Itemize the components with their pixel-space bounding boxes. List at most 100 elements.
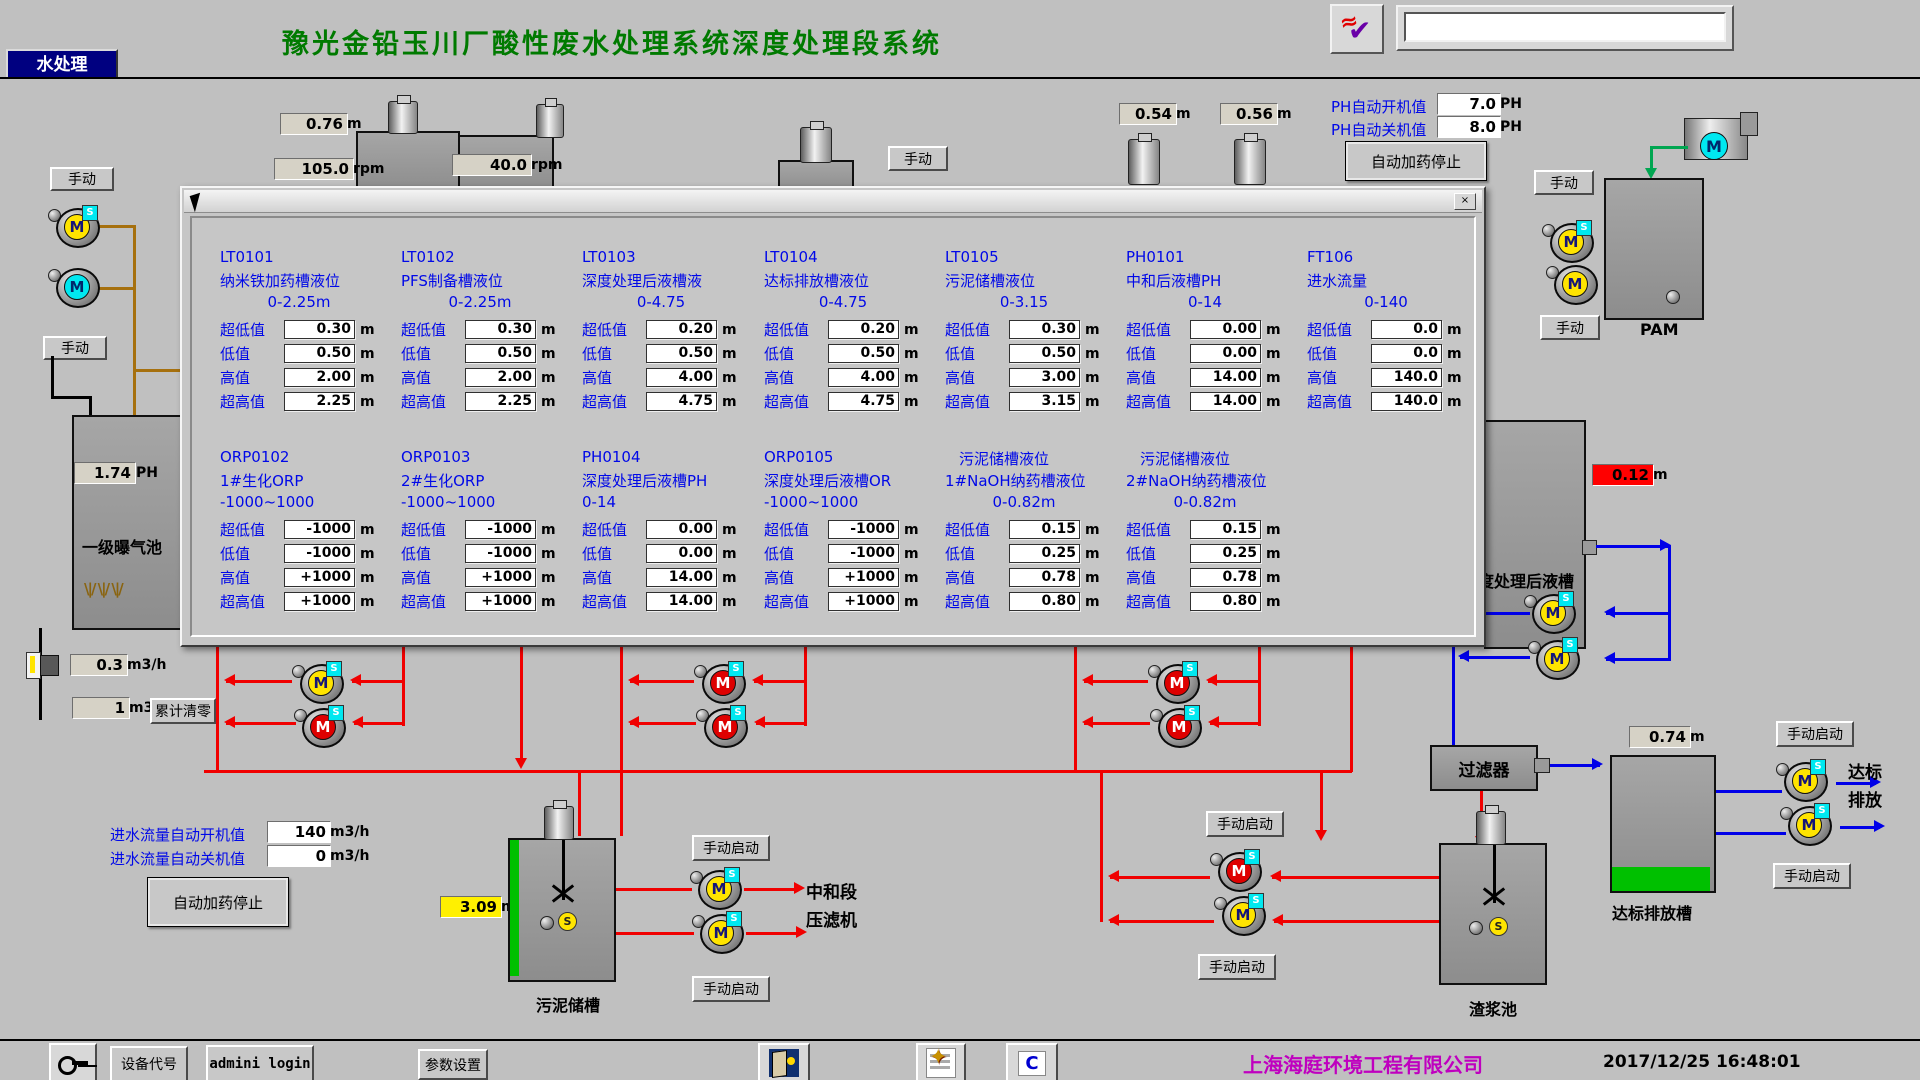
print-button[interactable]: ✦ [916,1043,966,1080]
naoh-mixer-motor-1 [1128,139,1160,185]
naoh1-level-unit: m [1176,106,1191,122]
press-label-1: 中和段 [806,878,857,903]
pam-pump-1[interactable]: M S [1546,221,1592,263]
discharge-level-value: 0.74 [1629,726,1691,748]
sludge-pump-1[interactable]: MS [694,868,740,910]
slurry-mixer-status: S [1489,917,1508,936]
mixer1-speed-unit: rpm [353,161,385,177]
dosing-pump-2[interactable]: M [52,266,98,308]
filter-unit: 过滤器 [1430,745,1538,791]
auto-dosing-stop-button-top[interactable]: 自动加药停止 [1345,141,1487,181]
discharge-pump-1[interactable]: MS [1780,760,1826,802]
cursor-arrow-icon [190,193,206,213]
pam-label: PAM [1640,320,1679,339]
param-settings-button[interactable]: 参数设置 [418,1049,488,1080]
ph-auto-on-unit: PH [1500,96,1522,112]
transfer-pump-1b[interactable]: MS [298,706,344,748]
discharge-level-bar [1612,867,1710,891]
check-marks-icon: ≈ ✔ [1332,6,1382,52]
tank1-level-unit: m [347,116,362,132]
flow-total-value: 1 [72,697,130,719]
manual-button-top[interactable]: 手动 [888,146,948,171]
ph-auto-off-unit: PH [1500,119,1522,135]
tank1-level-value: 0.76 [280,113,348,135]
deep-tank-pump-2[interactable]: MS [1532,638,1578,680]
printer-icon: ✦ [926,1048,956,1078]
flow-rate-value: 0.3 [70,654,128,676]
dosing-pump-1[interactable]: M S [52,206,98,248]
taskbar-divider [0,1039,1920,1041]
transfer-pump-3b[interactable]: MS [1154,706,1200,748]
tank-sludge-label: 污泥储槽 [536,992,600,1016]
aeration-marks: \|/ \|/ \|/ [84,580,122,598]
filter-label: 过滤器 [1459,756,1510,781]
ph-auto-on-value[interactable]: 7.0 [1437,93,1501,115]
discharge-pump-2[interactable]: MS [1784,804,1830,846]
ack-check-button[interactable]: ≈ ✔ [1330,4,1384,54]
exit-button[interactable] [758,1043,810,1080]
deep-tank-level-value: 0.12 [1592,464,1654,486]
transfer-pump-3a[interactable]: MS [1152,662,1198,704]
mixer1-speed-value: 105.0 [274,158,354,180]
manual-start-sludge-top[interactable]: 手动启动 [692,835,770,861]
transfer-pump-1a[interactable]: MS [296,662,342,704]
manual-button-left1[interactable]: 手动 [50,167,114,191]
manual-button-right2[interactable]: 手动 [1540,315,1600,340]
manual-start-slurry-bottom[interactable]: 手动启动 [1198,954,1276,980]
reset-total-button[interactable]: 累计清零 [150,698,216,724]
tank-slurry-label: 渣浆池 [1469,996,1517,1020]
flow-rate-unit: m3/h [127,657,166,673]
company-name: 上海海庭环境工程有限公司 [1243,1049,1483,1078]
naoh1-level-value: 0.54 [1119,103,1177,125]
slurry-pump-2[interactable]: MS [1218,894,1264,936]
manual-start-slurry-top[interactable]: 手动启动 [1206,811,1284,837]
slurry-pump-1[interactable]: MS [1214,850,1260,892]
admin-login-button[interactable]: admini login [206,1045,314,1080]
pam-feeder-motor[interactable]: M [1700,132,1728,160]
transfer-pump-2b[interactable]: MS [700,706,746,748]
sludge-mixer-status: S [558,912,577,931]
inflow-on-value[interactable]: 140 [267,821,331,843]
sludge-pump-2[interactable]: MS [696,912,742,954]
ph-auto-off-value[interactable]: 8.0 [1437,116,1501,138]
inflow-off-label: 进水流量自动关机值 [110,848,245,869]
ph-auto-off-label: PH自动关机值 [1331,119,1426,140]
alarm-banner [1404,12,1726,42]
auto-dosing-stop-button-bottom[interactable]: 自动加药停止 [147,877,289,927]
dialog-close-button[interactable]: × [1454,193,1476,210]
parameter-dialog: × LT0101 纳米铁加药槽液位 0-2.25m 超低值0.30m 低值0.5… [180,186,1486,647]
manual-start-discharge-top[interactable]: 手动启动 [1776,721,1854,747]
param-group-lt0103: LT0103 深度处理后液槽液 0-4.75 超低值0.20m 低值0.50m … [582,248,762,416]
dialog-titlebar[interactable]: × [184,190,1482,213]
pam-pump-2[interactable]: M [1550,263,1596,305]
param-group-orp0103: ORP0103 2#生化ORP -1000~1000 超低值-1000m 低值-… [401,448,581,616]
device-code-button[interactable]: 设备代号 [110,1046,188,1080]
copyright-button[interactable]: C [1006,1043,1058,1080]
deep-tank-pump-1[interactable]: MS [1528,592,1574,634]
key-button[interactable] [49,1043,97,1080]
inflow-off-unit: m3/h [330,848,369,864]
tank-discharge [1610,755,1716,893]
tab-water-treatment[interactable]: 水处理 [6,49,118,79]
inflow-on-unit: m3/h [330,824,369,840]
transfer-pump-2a[interactable]: MS [698,662,744,704]
param-group-naoh1: 污泥储槽液位 1#NaOH纳药槽液位 0-0.82m 超低值0.15m 低值0.… [945,448,1125,616]
press-label-2: 压滤机 [806,906,857,931]
filter-outlet [1534,758,1550,773]
manual-start-sludge-bottom[interactable]: 手动启动 [692,976,770,1002]
discharge-text-1: 达标 [1848,758,1882,783]
sludge-level-bar [510,840,519,976]
param-group-orp0102: ORP0102 1#生化ORP -1000~1000 超低值-1000m 低值-… [220,448,400,616]
inflow-off-value[interactable]: 0 [267,845,331,867]
manual-start-discharge-bottom[interactable]: 手动启动 [1773,863,1851,889]
naoh2-level-unit: m [1277,106,1292,122]
tank-slurry: S [1439,843,1547,985]
mixer2-speed-unit: rpm [531,157,563,173]
manual-button-right1[interactable]: 手动 [1534,170,1594,195]
param-group-lt0105: LT0105 污泥储槽液位 0-3.15 超低值0.30m 低值0.50m 高值… [945,248,1125,416]
page-title: 豫光金铅玉川厂酸性废水处理系统深度处理段系统 [282,22,942,61]
param-group-lt0102: LT0102 PFS制备槽液位 0-2.25m 超低值0.30m 低值0.50m… [401,248,581,416]
copyright-c-icon: C [1018,1051,1045,1076]
header-divider [0,77,1920,79]
mixer-motor-2 [536,104,564,138]
